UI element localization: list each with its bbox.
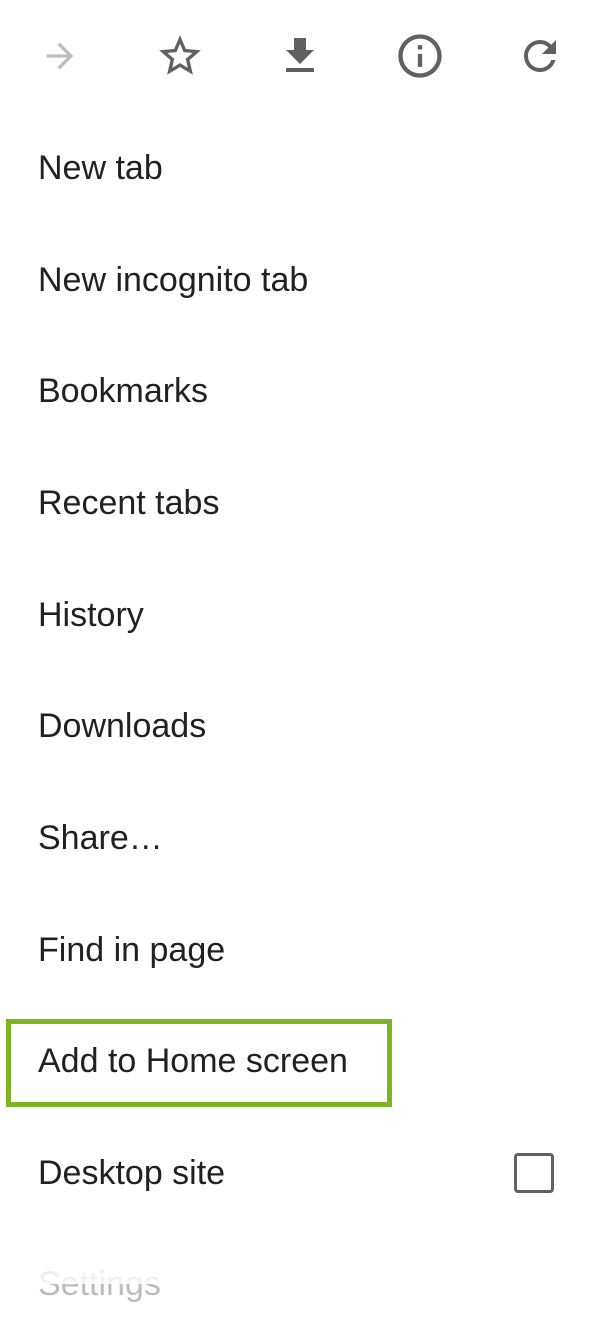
menu-item-label: Recent tabs [38, 483, 220, 522]
menu-item-label: Add to Home screen [38, 1041, 348, 1080]
menu-item-label: History [38, 595, 144, 634]
menu-item-history[interactable]: History [0, 559, 600, 670]
forward-button[interactable] [28, 24, 92, 88]
refresh-icon [524, 40, 556, 72]
forward-icon [46, 42, 74, 70]
menu-item-new-incognito-tab[interactable]: New incognito tab [0, 224, 600, 335]
download-button[interactable] [268, 24, 332, 88]
menu-toolbar [0, 0, 600, 112]
star-icon [159, 35, 201, 75]
refresh-button[interactable] [508, 24, 572, 88]
menu-item-label: Find in page [38, 930, 226, 969]
menu-item-recent-tabs[interactable]: Recent tabs [0, 447, 600, 558]
desktop-site-checkbox[interactable] [514, 1152, 554, 1193]
menu-item-label: Desktop site [38, 1153, 226, 1192]
menu-item-find-in-page[interactable]: Find in page [0, 894, 600, 1005]
menu-item-share[interactable]: Share… [0, 782, 600, 893]
info-icon [398, 34, 442, 78]
menu-item-label: Bookmarks [38, 371, 209, 410]
menu-item-new-tab[interactable]: New tab [0, 112, 600, 223]
menu-item-label: New incognito tab [38, 260, 309, 299]
menu-item-desktop-site[interactable]: Desktop site [0, 1117, 600, 1228]
menu-item-label: New tab [38, 148, 163, 187]
menu-item-label: Share… [38, 818, 163, 857]
menu-item-label: Downloads [38, 706, 207, 745]
menu-item-bookmarks[interactable]: Bookmarks [0, 335, 600, 446]
page-info-button[interactable] [388, 24, 452, 88]
download-icon [286, 38, 314, 72]
menu-item-downloads[interactable]: Downloads [0, 670, 600, 781]
bookmark-star-button[interactable] [148, 24, 212, 88]
overflow-menu: New tab New incognito tab Bookmarks Rece… [0, 0, 600, 1303]
menu-item-add-to-home-screen[interactable]: Add to Home screen [0, 1005, 600, 1116]
